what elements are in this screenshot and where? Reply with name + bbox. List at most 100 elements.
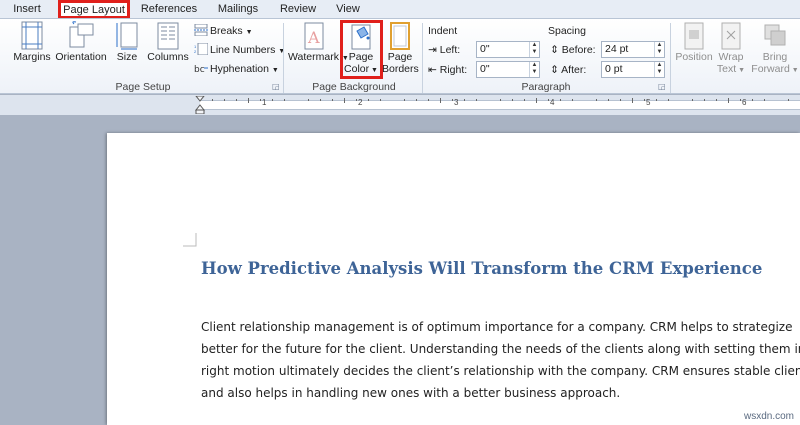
wrap-text-icon: [717, 21, 745, 51]
ruler-tick: [632, 98, 633, 103]
ruler-tick: [596, 99, 597, 101]
ruler-tick: [500, 99, 501, 101]
orientation-button[interactable]: Orientation: [54, 21, 108, 63]
indent-right-input[interactable]: 0" ▲ ▼: [476, 61, 540, 78]
svg-text:bc: bc: [194, 65, 205, 74]
breaks-label: Breaks: [210, 25, 243, 37]
spacing-after-input[interactable]: 0 pt ▲ ▼: [601, 61, 665, 78]
ruler-tick: [284, 99, 285, 101]
indent-left-input[interactable]: 0" ▲ ▼: [476, 41, 540, 58]
ruler-tick: [740, 99, 741, 101]
line-numbers-icon: 12: [194, 42, 209, 56]
breaks-dropdown-icon: ▼: [245, 29, 253, 36]
ruler-tick: [212, 99, 213, 101]
ruler-number: 3: [454, 98, 459, 107]
body-line[interactable]: better for the future for the client. Un…: [201, 338, 800, 360]
body-line[interactable]: right motion ultimately decides the clie…: [201, 360, 800, 382]
ruler-tick: [608, 99, 609, 101]
indent-left-label: Left:: [439, 44, 461, 56]
crop-mark-icon: [183, 233, 197, 247]
ruler-tick: [308, 99, 309, 101]
indent-right-spinner-icon[interactable]: ▲ ▼: [529, 62, 539, 77]
ruler-tick: [452, 99, 453, 101]
wrap-text-button[interactable]: Wrap Text ▼: [716, 21, 746, 77]
ruler-tick: [620, 99, 621, 101]
ruler-tick: [656, 99, 657, 101]
tab-insert[interactable]: Insert: [4, 0, 50, 18]
watermark-button[interactable]: A Watermark ▼: [288, 21, 349, 65]
line-numbers-button[interactable]: 1 2 Line Numbers ▼: [194, 42, 285, 58]
indent-marker-icon[interactable]: [194, 95, 206, 115]
ruler-tick: [524, 99, 525, 101]
ruler-tick: [752, 99, 753, 101]
ruler-tick: [320, 99, 321, 101]
spacing-before-row: ⇕ Before:: [550, 44, 596, 56]
ruler-tick: [236, 99, 237, 101]
paragraph-launcher-icon[interactable]: ◲: [658, 83, 666, 91]
breaks-icon: [194, 23, 208, 37]
size-button[interactable]: Size: [112, 21, 142, 63]
body-line[interactable]: Client relationship management is of opt…: [201, 316, 800, 338]
body-line[interactable]: and also helps in handling new ones with…: [201, 382, 800, 404]
horizontal-ruler[interactable]: 1 2 3 4 5 6: [0, 95, 800, 115]
ruler-tick: [644, 99, 645, 101]
spacing-after-spinner-icon[interactable]: ▲ ▼: [654, 62, 664, 77]
spacing-header: Spacing: [548, 25, 586, 37]
tab-mailings[interactable]: Mailings: [210, 0, 266, 18]
position-icon: [680, 21, 708, 51]
ruler-tick: [788, 99, 789, 101]
ruler-tick: [344, 98, 345, 103]
ruler-tick: [692, 99, 693, 101]
document-title[interactable]: How Predictive Analysis Will Transform t…: [201, 259, 762, 278]
ruler-tick: [548, 99, 549, 101]
columns-icon: [154, 21, 182, 51]
ruler-tick: [260, 99, 261, 101]
ruler-tick: [356, 99, 357, 101]
spacing-before-spinner-icon[interactable]: ▲ ▼: [654, 42, 664, 57]
breaks-button[interactable]: Breaks ▼: [194, 23, 253, 39]
hyphenation-label: Hyphenation: [210, 63, 269, 75]
bring-forward-icon: [761, 21, 789, 51]
ruler-number: 6: [742, 98, 747, 107]
ruler-tick: [224, 99, 225, 101]
line-numbers-label: Line Numbers: [210, 44, 276, 56]
page-layout-highlight-box: [58, 0, 130, 19]
page-borders-label: Page: [387, 51, 413, 63]
hyphenation-button[interactable]: bc Hyphenation ▼: [194, 61, 279, 77]
page-background-group-label: Page Background: [312, 81, 396, 93]
document-page[interactable]: How Predictive Analysis Will Transform t…: [107, 133, 800, 425]
page-setup-launcher-icon[interactable]: ◲: [272, 83, 280, 91]
position-button[interactable]: Position: [672, 21, 716, 63]
spacing-after-value: 0 pt: [605, 63, 623, 75]
wrap-text-label: Wrap: [718, 51, 744, 63]
margins-button[interactable]: Margins: [10, 21, 54, 63]
indent-right-icon: ⇤: [428, 64, 437, 76]
columns-button[interactable]: Columns: [146, 21, 190, 63]
ruler-tick: [476, 99, 477, 101]
ruler-tick: [332, 99, 333, 101]
ruler-tick: [380, 99, 381, 101]
ruler-tick: [728, 98, 729, 103]
bring-forward-button[interactable]: Bring Forward ▼: [750, 21, 800, 77]
page-color-highlight-box: [340, 20, 383, 79]
tab-view[interactable]: View: [330, 0, 366, 18]
ruler-number: 2: [358, 98, 363, 107]
tab-review[interactable]: Review: [274, 0, 322, 18]
indent-left-spinner-icon[interactable]: ▲ ▼: [529, 42, 539, 57]
orientation-icon: [67, 21, 95, 51]
ruler-number: 4: [550, 98, 555, 107]
ruler-tick: [536, 98, 537, 103]
indent-header: Indent: [428, 25, 458, 37]
line-numbers-dropdown-icon: ▼: [278, 48, 286, 55]
ruler-number: 5: [646, 98, 651, 107]
spacing-after-row: ⇕ After:: [550, 64, 586, 76]
page-borders-button[interactable]: Page Borders: [382, 21, 419, 75]
tab-references[interactable]: References: [136, 0, 202, 18]
document-body[interactable]: Client relationship management is of opt…: [201, 316, 800, 404]
spacing-before-value: 24 pt: [605, 43, 629, 55]
indent-left-row: ⇥ Left:: [428, 44, 460, 56]
spacing-before-input[interactable]: 24 pt ▲ ▼: [601, 41, 665, 58]
group-separator: [670, 23, 671, 93]
ruler-tick: [764, 99, 765, 101]
indent-left-value: 0": [480, 43, 490, 55]
